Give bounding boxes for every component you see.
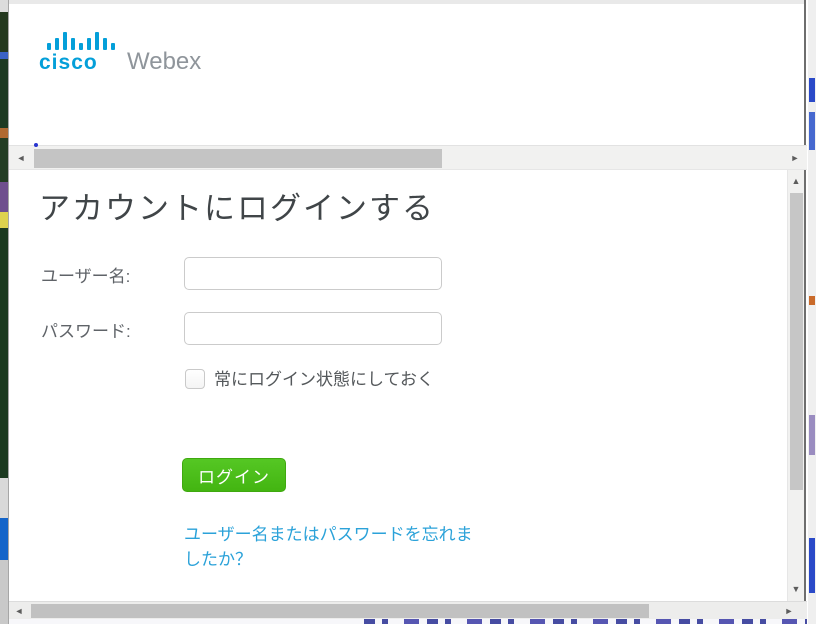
page-title: アカウントにログインする bbox=[39, 183, 435, 228]
scroll-left-icon[interactable]: ◄ bbox=[11, 603, 27, 619]
webex-login-window: cisco Webex ◄ ► アカウントにログインする ユーザー名: パスワー… bbox=[8, 0, 806, 624]
scroll-right-icon[interactable]: ► bbox=[781, 603, 797, 619]
clipped-page-text bbox=[9, 619, 807, 624]
desktop-background-right bbox=[808, 0, 816, 624]
username-label: ユーザー名: bbox=[41, 262, 130, 287]
horizontal-scrollbar-top[interactable]: ◄ ► bbox=[9, 145, 807, 170]
vertical-scrollbar-thumb[interactable] bbox=[790, 193, 803, 490]
cisco-wordmark: cisco bbox=[39, 52, 115, 73]
remember-checkbox[interactable] bbox=[185, 369, 205, 389]
header: cisco Webex bbox=[9, 4, 804, 145]
scroll-left-icon[interactable]: ◄ bbox=[13, 150, 29, 166]
scroll-up-icon[interactable]: ▲ bbox=[788, 173, 804, 189]
horizontal-scrollbar-bottom[interactable]: ◄ ► bbox=[9, 601, 807, 619]
password-input[interactable] bbox=[184, 312, 442, 345]
clipped-text-glyphs bbox=[364, 619, 807, 624]
forgot-credentials-link[interactable]: ユーザー名またはパスワードを忘れましたか？ bbox=[184, 522, 486, 572]
password-label: パスワード: bbox=[41, 317, 131, 342]
webex-wordmark: Webex bbox=[127, 50, 201, 74]
horizontal-scrollbar-bottom-thumb[interactable] bbox=[31, 604, 649, 618]
cisco-bridge-icon bbox=[47, 30, 115, 50]
scroll-right-icon[interactable]: ► bbox=[787, 150, 803, 166]
username-input[interactable] bbox=[184, 257, 442, 290]
login-button[interactable]: ログイン bbox=[182, 458, 286, 492]
login-form: アカウントにログインする ユーザー名: パスワード: 常にログイン状態にしておく… bbox=[9, 171, 790, 601]
blue-dot-marker bbox=[34, 143, 38, 147]
cisco-webex-logo: cisco Webex bbox=[39, 30, 201, 73]
remember-checkbox-label[interactable]: 常にログイン状態にしておく bbox=[214, 367, 446, 392]
vertical-scrollbar[interactable]: ▲ ▼ bbox=[787, 170, 804, 601]
desktop-background-left bbox=[0, 0, 8, 624]
horizontal-scrollbar-top-thumb[interactable] bbox=[34, 149, 442, 168]
scroll-down-icon[interactable]: ▼ bbox=[788, 581, 804, 597]
